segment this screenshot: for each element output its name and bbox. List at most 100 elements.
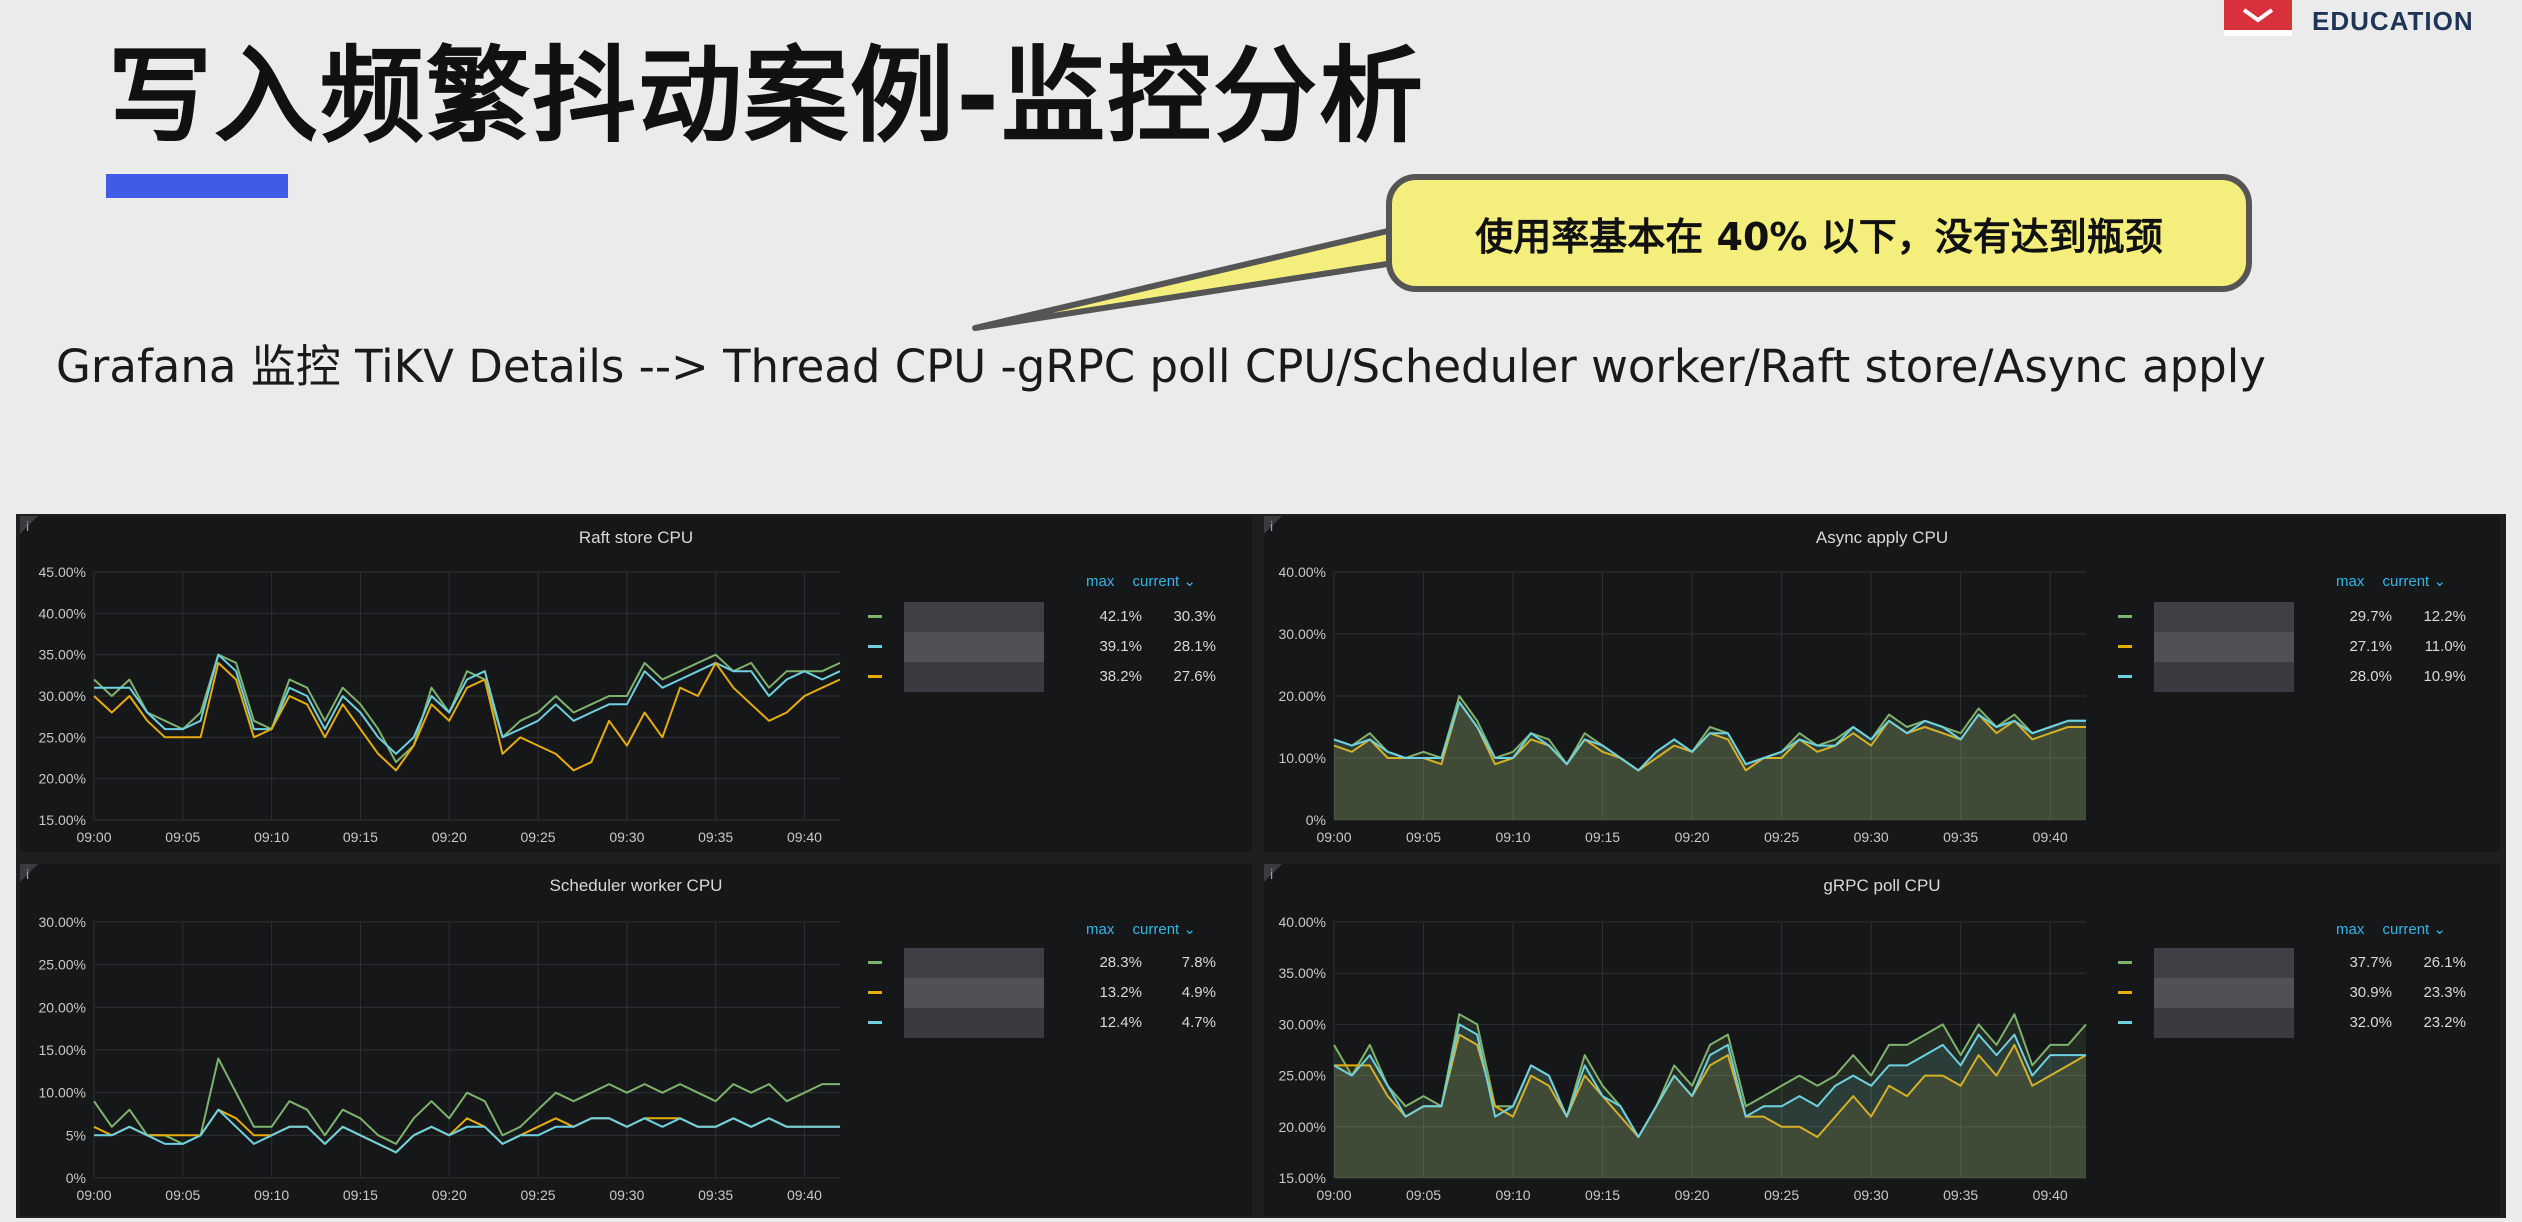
x-tick-label: 09:30 xyxy=(1854,1187,1889,1203)
legend-current-value: 11.0% xyxy=(2424,638,2466,655)
legend-row[interactable]: 13.2% 4.9% xyxy=(868,978,1248,1008)
legend-max-header[interactable]: max xyxy=(2336,921,2364,938)
redacted-series-name xyxy=(904,978,1044,1008)
legend-current-header[interactable]: current ⌄ xyxy=(2383,573,2446,590)
x-tick-label: 09:05 xyxy=(165,829,200,845)
x-tick-label: 09:30 xyxy=(1854,829,1889,845)
x-tick-label: 09:25 xyxy=(521,1187,556,1203)
panel-async-apply-cpu[interactable]: i Async apply CPU 40.00% 30.00% 20.00% 10.0… xyxy=(1264,516,2500,852)
x-tick-label: 09:35 xyxy=(1943,829,1978,845)
legend-row[interactable]: 30.9% 23.3% xyxy=(2118,978,2498,1008)
panel-grpc-poll-cpu[interactable]: i gRPC poll CPU 40.00% 35.00% 30.00% 25.00%… xyxy=(1264,864,2500,1216)
x-tick-label: 09:00 xyxy=(1316,829,1351,845)
x-tick-label: 09:10 xyxy=(254,1187,289,1203)
legend-max-header[interactable]: max xyxy=(1086,573,1114,590)
legend-row[interactable]: 12.4% 4.7% xyxy=(868,1008,1248,1038)
legend-swatch xyxy=(2118,991,2132,994)
legend-swatch xyxy=(868,615,882,618)
legend-current-value: 4.7% xyxy=(1181,1014,1216,1031)
legend-swatch xyxy=(868,1021,882,1024)
legend-current-value: 23.3% xyxy=(2423,984,2466,1001)
y-tick-label: 25.00% xyxy=(1279,1068,1326,1084)
legend-max-header[interactable]: max xyxy=(1086,921,1114,938)
x-tick-label: 09:05 xyxy=(1406,829,1441,845)
redacted-series-name xyxy=(2154,1008,2294,1038)
legend-row[interactable]: 28.0% 10.9% xyxy=(2118,662,2498,692)
y-tick-label: 30.00% xyxy=(1279,626,1326,642)
x-tick-label: 09:00 xyxy=(76,1187,111,1203)
y-tick-label: 35.00% xyxy=(1279,965,1326,981)
y-tick-label: 10.00% xyxy=(1279,750,1326,766)
x-tick-label: 09:20 xyxy=(432,1187,467,1203)
legend-row[interactable]: 27.1% 11.0% xyxy=(2118,632,2498,662)
x-tick-label: 09:25 xyxy=(1764,829,1799,845)
x-tick-label: 09:15 xyxy=(1585,1187,1620,1203)
redacted-series-name xyxy=(904,632,1044,662)
legend-max-value: 29.7% xyxy=(2349,608,2392,625)
x-tick-label: 09:15 xyxy=(343,829,378,845)
x-tick-label: 09:05 xyxy=(165,1187,200,1203)
redacted-series-name xyxy=(904,948,1044,978)
legend-swatch xyxy=(2118,1021,2132,1024)
callout-bubble: 使用率基本在 40% 以下，没有达到瓶颈 xyxy=(1386,174,2252,292)
legend-max-value: 32.0% xyxy=(2349,1014,2392,1031)
redacted-series-name xyxy=(904,602,1044,632)
legend-header: max current ⌄ xyxy=(2322,572,2446,590)
x-tick-label: 09:05 xyxy=(1406,1187,1441,1203)
y-tick-label: 25.00% xyxy=(39,729,86,745)
legend-swatch xyxy=(2118,675,2132,678)
y-tick-label: 15.00% xyxy=(39,812,86,828)
legend-header: max current ⌄ xyxy=(2322,920,2446,938)
series-line xyxy=(94,653,841,755)
x-tick-label: 09:10 xyxy=(1496,829,1531,845)
legend-row[interactable]: 38.2% 27.6% xyxy=(868,662,1248,692)
x-tick-label: 09:10 xyxy=(1496,1187,1531,1203)
legend-current-value: 7.8% xyxy=(1181,954,1216,971)
panel-raft-store-cpu[interactable]: i Raft store CPU 45.00% 40.00% 35.00% 30.00… xyxy=(20,516,1252,852)
x-tick-label: 09:30 xyxy=(609,1187,644,1203)
redacted-series-name xyxy=(2154,948,2294,978)
legend-swatch xyxy=(2118,645,2132,648)
legend-row[interactable]: 32.0% 23.2% xyxy=(2118,1008,2498,1038)
y-tick-label: 45.00% xyxy=(39,564,86,580)
legend-row[interactable]: 37.7% 26.1% xyxy=(2118,948,2498,978)
subtitle-text: Grafana 监控 TiKV Details --> Thread CPU -… xyxy=(56,340,2266,393)
y-tick-label: 40.00% xyxy=(39,605,86,621)
series-line xyxy=(93,1057,840,1145)
legend-max-header[interactable]: max xyxy=(2336,573,2364,590)
x-tick-label: 09:40 xyxy=(2033,829,2068,845)
scheduler-worker-cpu-chart: 30.00% 25.00% 20.00% 15.00% 10.00% 5% 0%09:00 0… xyxy=(39,914,840,1203)
x-tick-label: 09:35 xyxy=(1943,1187,1978,1203)
legend-swatch xyxy=(868,645,882,648)
legend-current-value: 23.2% xyxy=(2423,1014,2466,1031)
legend-max-value: 38.2% xyxy=(1099,668,1142,685)
y-tick-label: 0% xyxy=(1306,812,1326,828)
panel-scheduler-worker-cpu[interactable]: i Scheduler worker CPU 30.00% 25.00% 20.00… xyxy=(20,864,1252,1216)
legend-current-value: 27.6% xyxy=(1173,668,1216,685)
y-tick-label: 40.00% xyxy=(1279,564,1326,580)
legend-current-header[interactable]: current ⌄ xyxy=(1133,921,1196,938)
legend-swatch xyxy=(2118,961,2132,964)
y-tick-label: 0% xyxy=(66,1170,86,1186)
x-tick-label: 09:20 xyxy=(432,829,467,845)
y-tick-label: 30.00% xyxy=(39,688,86,704)
redacted-series-name xyxy=(2154,978,2294,1008)
y-tick-label: 20.00% xyxy=(39,999,86,1015)
legend-current-header[interactable]: current ⌄ xyxy=(2383,921,2446,938)
legend-row[interactable]: 28.3% 7.8% xyxy=(868,948,1248,978)
x-tick-label: 09:35 xyxy=(698,829,733,845)
legend-row[interactable]: 42.1% 30.3% xyxy=(868,602,1248,632)
legend-current-value: 30.3% xyxy=(1173,608,1216,625)
y-tick-label: 30.00% xyxy=(39,914,86,930)
legend-current-header[interactable]: current ⌄ xyxy=(1133,573,1196,590)
legend-current-value: 4.9% xyxy=(1181,984,1216,1001)
legend-row[interactable]: 29.7% 12.2% xyxy=(2118,602,2498,632)
redacted-series-name xyxy=(904,1008,1044,1038)
x-tick-label: 09:25 xyxy=(521,829,556,845)
legend-row[interactable]: 39.1% 28.1% xyxy=(868,632,1248,662)
y-tick-label: 10.00% xyxy=(39,1085,86,1101)
x-tick-label: 09:10 xyxy=(254,829,289,845)
y-tick-label: 5% xyxy=(66,1127,86,1143)
y-tick-label: 35.00% xyxy=(39,647,86,663)
legend-header: max current ⌄ xyxy=(1072,920,1196,938)
